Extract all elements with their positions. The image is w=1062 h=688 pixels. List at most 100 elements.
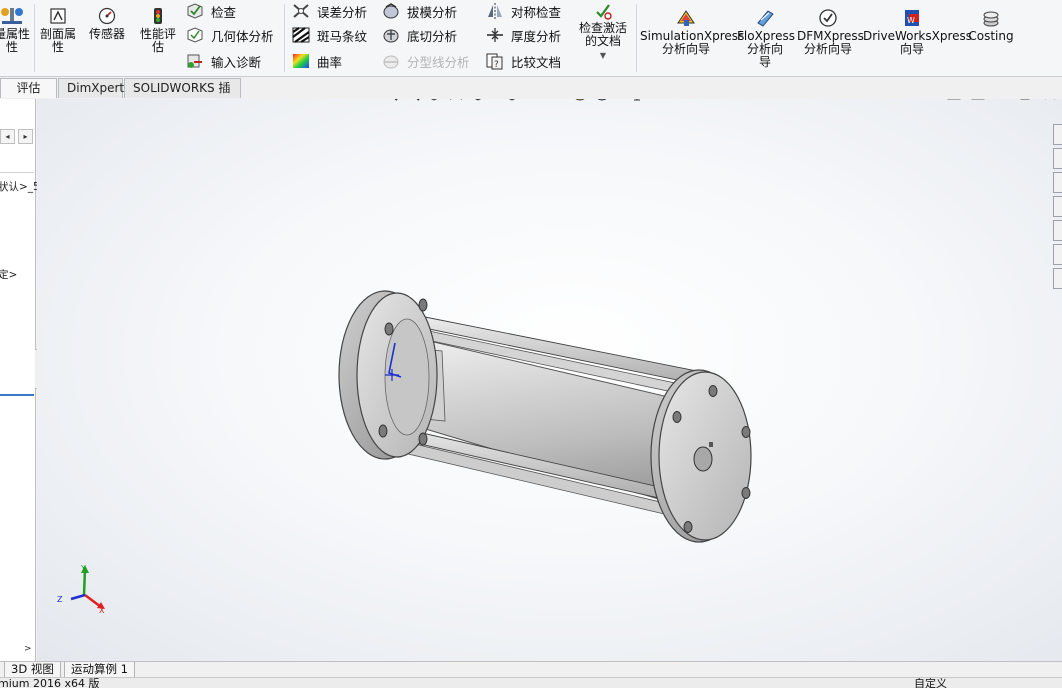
tile-left-icon[interactable] — [947, 99, 961, 101]
mass-properties-button[interactable]: 量属性 性 — [0, 6, 32, 54]
curvature-button[interactable]: 曲率 — [291, 50, 342, 72]
floxpress-button[interactable]: FloXpress 分析向 导 — [737, 8, 795, 69]
tab-3d-view[interactable]: 3D 视图 — [4, 662, 61, 678]
expand-arrow-icon[interactable]: > — [24, 644, 32, 654]
tab-dimxpert[interactable]: DimXpert — [58, 78, 124, 98]
apply-scene-icon[interactable] — [591, 99, 613, 104]
pipe-assembly-model[interactable] — [338, 290, 752, 543]
check-active-document-icon — [596, 4, 612, 20]
bolt-hole[interactable] — [683, 521, 693, 533]
bolt-hole[interactable] — [418, 432, 428, 446]
scroll-left-button[interactable]: ◂ — [0, 129, 15, 144]
tree-item[interactable]: 状认>_5 — [0, 179, 40, 194]
chevron-down-icon[interactable]: ▼ — [600, 51, 606, 60]
bolt-hole[interactable] — [672, 411, 682, 423]
shaft-bore[interactable] — [693, 446, 713, 472]
section-view-icon[interactable] — [445, 99, 467, 104]
ribbon-separator — [636, 4, 637, 72]
driveworks-icon: W — [905, 10, 919, 26]
panel-highlight-bar — [0, 394, 34, 396]
task-pane-resources-tab[interactable] — [1053, 148, 1062, 169]
task-pane-view-palette-tab[interactable] — [1053, 220, 1062, 241]
check-cube-icon — [187, 3, 203, 19]
zoom-to-fit-icon[interactable] — [379, 99, 401, 104]
restore-icon[interactable] — [1019, 99, 1033, 101]
undercut-analysis-button[interactable]: 底切分析 — [381, 24, 457, 46]
section-properties-button[interactable]: 剖面属 性 — [37, 6, 79, 54]
task-pane-file-explorer-tab[interactable] — [1053, 196, 1062, 217]
dfmxpress-button[interactable]: DFMXpress 分析向导 — [797, 8, 864, 56]
undercut-icon — [383, 29, 399, 43]
curvature-icon — [293, 54, 309, 68]
bolt-hole[interactable] — [384, 322, 394, 336]
svg-text:W: W — [907, 16, 915, 25]
import-diagnostics-icon — [187, 54, 202, 68]
zebra-stripes-icon — [292, 27, 310, 43]
status-bar: mium 2016 x64 版 自定义 — [0, 677, 1062, 688]
tab-solidworks-addins[interactable]: SOLIDWORKS 插件 — [124, 78, 241, 113]
scroll-right-button[interactable]: ▸ — [18, 129, 33, 144]
deviation-icon — [293, 4, 309, 18]
edit-appearance-icon[interactable] — [569, 99, 591, 104]
geometry-analysis-icon — [187, 27, 203, 43]
compare-documents-icon: ? — [486, 53, 503, 70]
tree-item[interactable]: 定> — [0, 267, 17, 282]
performance-evaluation-button[interactable]: 性能评 估 — [136, 6, 180, 54]
tab-motion-study[interactable]: 运动算例 1 — [64, 662, 135, 678]
symmetry-check-button[interactable]: 对称检查 — [485, 0, 561, 22]
draft-analysis-icon — [383, 3, 399, 19]
parting-line-analysis-button[interactable]: 分型线分析 — [381, 50, 470, 72]
hide-show-items-icon[interactable] — [535, 99, 557, 104]
svg-text:?: ? — [494, 60, 499, 70]
view-settings-icon[interactable] — [626, 99, 648, 104]
task-pane-custom-props-tab[interactable] — [1053, 268, 1062, 289]
ribbon-separator — [284, 4, 285, 72]
task-pane-home-tab[interactable] — [1053, 124, 1062, 145]
check-button[interactable]: 检查 — [185, 0, 236, 22]
status-units-text[interactable]: 自定义 — [914, 678, 947, 688]
view-orientation-icon[interactable] — [467, 99, 489, 104]
tab-evaluate[interactable]: 评估 — [0, 78, 57, 98]
bolt-hole[interactable] — [708, 385, 718, 397]
close-icon[interactable] — [1043, 99, 1057, 101]
task-pane-appearances-tab[interactable] — [1053, 244, 1062, 265]
bolt-hole[interactable] — [741, 426, 751, 438]
driveworksxpress-button[interactable]: W DriveWorksXpress 向导 — [863, 8, 972, 56]
task-pane-design-library-tab[interactable] — [1053, 172, 1062, 193]
svg-text:Z: Z — [57, 595, 63, 604]
reference-triad: Y X Z — [57, 564, 105, 615]
status-product-text: mium 2016 x64 版 — [0, 677, 100, 688]
display-style-icon[interactable] — [501, 99, 523, 104]
window-controls — [947, 99, 1057, 101]
sensor-button[interactable]: 传感器 — [85, 6, 129, 41]
bottom-tabs: 3D 视图 运动算例 1 — [0, 661, 1062, 678]
bolt-hole[interactable] — [741, 487, 751, 499]
zoom-area-icon[interactable] — [401, 99, 423, 104]
zebra-stripes-button[interactable]: 斑马条纹 — [291, 24, 367, 46]
draft-analysis-button[interactable]: 拔模分析 — [381, 0, 457, 22]
bolt-hole[interactable] — [378, 424, 388, 438]
deviation-analysis-button[interactable]: 误差分析 — [291, 0, 367, 22]
minimize-icon[interactable] — [995, 99, 1009, 101]
svg-text:Y: Y — [80, 564, 86, 573]
costing-button[interactable]: Costing — [966, 8, 1016, 43]
svg-text:X: X — [99, 606, 105, 615]
graphics-viewport[interactable]: Y X Z ▼ ▼ ▼ — [37, 99, 1062, 661]
thickness-icon — [487, 28, 503, 42]
geometry-analysis-button[interactable]: 几何体分析 — [185, 24, 274, 46]
check-active-document-button[interactable]: 检查激活 的文档 ▼ — [573, 2, 633, 62]
flow-icon — [757, 10, 774, 27]
import-diagnostics-button[interactable]: 输入诊断 — [185, 50, 261, 72]
simulationxpress-button[interactable]: SimulationXpress 分析向导 — [640, 8, 744, 56]
dfm-check-icon — [819, 9, 837, 27]
coin-stack-icon — [983, 11, 999, 27]
thickness-analysis-button[interactable]: 厚度分析 — [485, 24, 561, 46]
previous-view-icon[interactable] — [423, 99, 445, 104]
symmetry-icon — [488, 3, 502, 19]
compare-documents-button[interactable]: ? 比较文档 — [485, 50, 561, 72]
simulation-icon — [677, 10, 695, 26]
bolt-hole[interactable] — [418, 298, 428, 312]
ribbon-separator — [34, 4, 35, 72]
tile-right-icon[interactable] — [971, 99, 985, 101]
panel-header — [0, 148, 34, 173]
